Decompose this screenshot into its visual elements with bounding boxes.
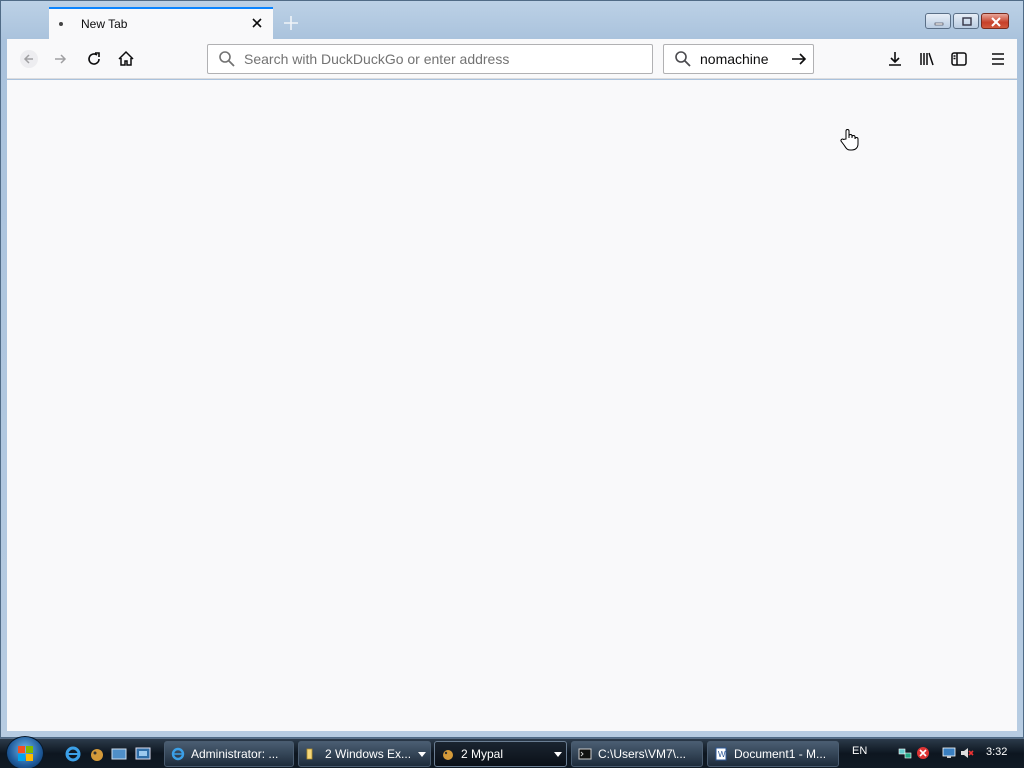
- taskbar-button-mypal[interactable]: 2 Mypal: [434, 741, 567, 767]
- hamburger-menu-icon: [992, 53, 1004, 65]
- minimize-icon: [934, 22, 944, 26]
- mypal-icon: [443, 750, 453, 760]
- reload-icon: [88, 52, 100, 65]
- taskbar-button-label: 2 Windows Ex...: [325, 747, 412, 761]
- reload-button[interactable]: [80, 45, 108, 73]
- connection-tray-icon[interactable]: [942, 746, 956, 760]
- library-button[interactable]: [913, 45, 941, 73]
- window-controls: [925, 13, 1009, 29]
- search-go-arrow-icon[interactable]: [789, 49, 809, 69]
- menu-button[interactable]: [984, 45, 1012, 73]
- maximize-button[interactable]: [953, 13, 979, 29]
- taskbar-button-label: Administrator: ...: [191, 747, 279, 761]
- tab-new-tab[interactable]: New Tab: [49, 7, 273, 39]
- search-engine-icon[interactable]: [674, 50, 692, 68]
- sidebar-icon: [951, 52, 967, 66]
- close-window-button[interactable]: [981, 13, 1009, 29]
- download-icon: [889, 52, 901, 66]
- home-button[interactable]: [112, 45, 140, 73]
- taskbar-button-label: C:\Users\VM7\...: [598, 747, 687, 761]
- sidebar-button[interactable]: [945, 45, 973, 73]
- taskbar-button-administrator[interactable]: Administrator: ...: [164, 741, 294, 767]
- page-content[interactable]: [7, 80, 1017, 731]
- back-button[interactable]: [15, 45, 43, 73]
- taskbar-button-document1[interactable]: W Document1 - M...: [707, 741, 839, 767]
- navigation-toolbar: [7, 39, 1017, 79]
- close-window-icon: [991, 17, 1001, 27]
- taskbar-button-cmd[interactable]: C:\Users\VM7\...: [571, 741, 703, 767]
- browser-window: New Tab: [0, 0, 1024, 738]
- search-input[interactable]: [700, 51, 789, 67]
- tab-loading-indicator: [59, 22, 63, 26]
- forward-arrow-icon: [55, 54, 67, 64]
- hand-cursor-icon: [840, 129, 859, 151]
- language-indicator[interactable]: EN: [852, 745, 867, 757]
- restore-icon: [962, 17, 972, 26]
- mypal-quicklaunch-icon[interactable]: [88, 745, 106, 763]
- clock[interactable]: 3:32: [986, 746, 1007, 758]
- folder-icon: [306, 748, 313, 760]
- back-arrow-icon: [20, 50, 38, 68]
- close-tab-icon[interactable]: [249, 15, 265, 31]
- windows-logo-icon: [18, 746, 33, 761]
- ie-icon: [171, 747, 185, 761]
- minimize-button[interactable]: [925, 13, 951, 29]
- volume-muted-tray-icon[interactable]: [960, 746, 974, 760]
- taskbar-button-windows-explorer[interactable]: 2 Windows Ex...: [298, 741, 431, 767]
- show-desktop-icon[interactable]: [110, 745, 128, 763]
- address-bar[interactable]: [207, 44, 653, 74]
- word-icon: W: [715, 747, 727, 761]
- cmd-icon: [578, 748, 592, 760]
- start-button[interactable]: [6, 736, 44, 768]
- library-icon: [920, 52, 934, 66]
- switch-windows-icon[interactable]: [134, 745, 152, 763]
- search-bar[interactable]: [663, 44, 814, 74]
- ie-quicklaunch-icon[interactable]: [64, 745, 82, 763]
- group-dropdown-icon: [418, 752, 426, 757]
- tab-strip: New Tab: [7, 5, 1017, 39]
- forward-button[interactable]: [47, 45, 75, 73]
- taskbar: Administrator: ... 2 Windows Ex... 2 Myp…: [0, 736, 1024, 768]
- new-tab-plus-icon[interactable]: [281, 13, 301, 33]
- svg-text:W: W: [718, 750, 726, 759]
- downloads-button[interactable]: [881, 45, 909, 73]
- taskbar-button-label: Document1 - M...: [734, 747, 827, 761]
- address-input[interactable]: [244, 51, 652, 67]
- group-dropdown-icon: [554, 752, 562, 757]
- home-icon: [118, 50, 134, 66]
- security-alert-tray-icon[interactable]: [916, 746, 930, 760]
- taskbar-button-label: 2 Mypal: [461, 747, 504, 761]
- network-tray-icon[interactable]: [898, 746, 912, 760]
- search-icon: [219, 51, 235, 67]
- tab-title: New Tab: [81, 17, 128, 31]
